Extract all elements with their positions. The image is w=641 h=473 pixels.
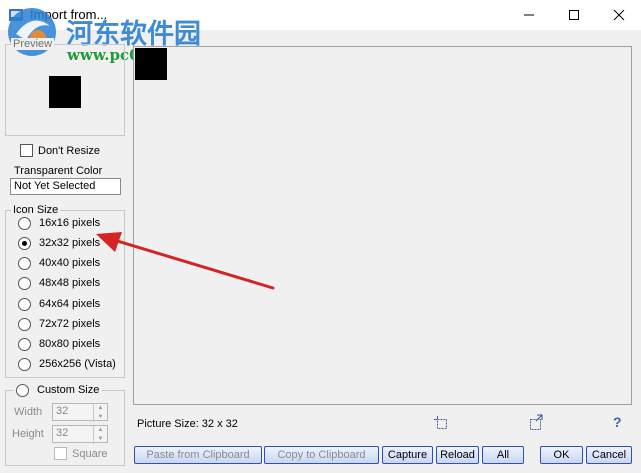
- crop-icon[interactable]: [433, 415, 449, 431]
- radio-label: 80x80 pixels: [39, 338, 101, 350]
- picture-image: [135, 48, 167, 80]
- close-button[interactable]: [596, 0, 641, 30]
- radio-48x48[interactable]: 48x48 pixels: [18, 274, 100, 292]
- square-checkbox[interactable]: Square: [54, 447, 107, 460]
- radio-72x72[interactable]: 72x72 pixels: [18, 315, 100, 333]
- radio-button[interactable]: [18, 337, 31, 351]
- square-box[interactable]: [54, 447, 67, 460]
- minimize-button[interactable]: [506, 0, 551, 30]
- transparent-color-label: Transparent Color: [14, 165, 103, 177]
- radio-80x80[interactable]: 80x80 pixels: [18, 335, 100, 353]
- picture-size-status: Picture Size: 32 x 32: [137, 418, 238, 430]
- radio-button[interactable]: [18, 357, 31, 371]
- height-spinner[interactable]: 32 ▲ ▼: [52, 425, 108, 444]
- reload-button[interactable]: Reload: [436, 446, 479, 464]
- radio-button[interactable]: [18, 297, 31, 311]
- maximize-icon: [568, 10, 579, 20]
- maximize-button[interactable]: [551, 0, 596, 30]
- radio-label: 256x256 (Vista): [39, 358, 116, 370]
- dont-resize-label: Don't Resize: [38, 144, 101, 157]
- width-spinner[interactable]: 32 ▲ ▼: [52, 403, 108, 422]
- radio-label: 64x64 pixels: [39, 298, 101, 310]
- custom-size-label: Custom Size: [37, 384, 100, 396]
- fit-size-icon[interactable]: [528, 414, 544, 432]
- radio-button[interactable]: [16, 383, 29, 397]
- preview-label: Preview: [11, 38, 55, 50]
- width-value: 32: [56, 405, 69, 417]
- radio-label: 48x48 pixels: [39, 277, 101, 289]
- dont-resize-checkbox[interactable]: Don't Resize: [20, 144, 100, 157]
- radio-label: 40x40 pixels: [39, 257, 101, 269]
- radio-256x256-vista[interactable]: 256x256 (Vista): [18, 355, 116, 373]
- capture-button[interactable]: Capture: [382, 446, 433, 464]
- radio-16x16[interactable]: 16x16 pixels: [18, 214, 100, 232]
- radio-32x32[interactable]: 32x32 pixels: [18, 234, 100, 252]
- height-value: 32: [56, 427, 69, 439]
- ok-button[interactable]: OK: [540, 446, 583, 464]
- height-spin-arrows[interactable]: ▲ ▼: [93, 426, 107, 444]
- preview-image: [49, 76, 81, 108]
- copy-to-clipboard-button[interactable]: Copy to Clipboard: [264, 446, 379, 464]
- spin-down-icon[interactable]: ▼: [94, 435, 107, 444]
- close-icon: [613, 9, 624, 21]
- transparent-color-field[interactable]: Not Yet Selected: [10, 178, 121, 195]
- spin-up-icon[interactable]: ▲: [94, 426, 107, 435]
- radio-button-selected[interactable]: [18, 236, 31, 250]
- paste-from-clipboard-button[interactable]: Paste from Clipboard: [134, 446, 262, 464]
- spin-down-icon[interactable]: ▼: [94, 413, 107, 422]
- help-icon[interactable]: ?: [613, 414, 622, 430]
- custom-size-radio[interactable]: Custom Size: [14, 381, 103, 399]
- radio-64x64[interactable]: 64x64 pixels: [18, 295, 100, 313]
- radio-button[interactable]: [18, 276, 31, 290]
- width-label: Width: [14, 406, 43, 418]
- height-label: Height: [12, 428, 44, 440]
- radio-label: 16x16 pixels: [39, 217, 101, 229]
- radio-label: 32x32 pixels: [39, 237, 101, 249]
- square-label: Square: [72, 447, 108, 460]
- radio-button[interactable]: [18, 256, 31, 270]
- spin-up-icon[interactable]: ▲: [94, 404, 107, 413]
- radio-40x40[interactable]: 40x40 pixels: [18, 254, 100, 272]
- dont-resize-box[interactable]: [20, 144, 33, 157]
- width-spin-arrows[interactable]: ▲ ▼: [93, 404, 107, 422]
- cancel-button[interactable]: Cancel: [586, 446, 632, 464]
- radio-button[interactable]: [18, 317, 31, 331]
- minimize-icon: [523, 14, 534, 16]
- all-button[interactable]: All: [482, 446, 524, 464]
- radio-label: 72x72 pixels: [39, 318, 101, 330]
- radio-button[interactable]: [18, 216, 31, 230]
- picture-canvas[interactable]: [133, 46, 632, 405]
